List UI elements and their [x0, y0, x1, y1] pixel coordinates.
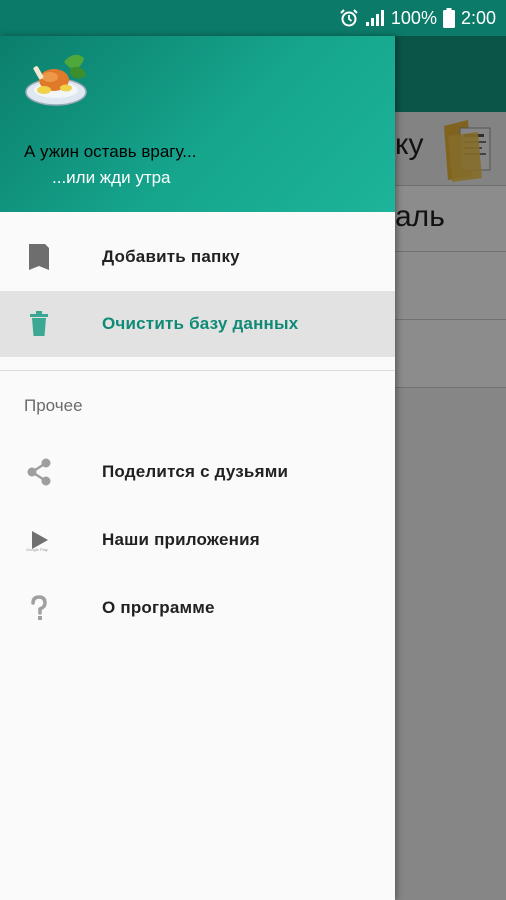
menu-item-label: Поделится с дузьями	[102, 462, 289, 481]
alarm-icon	[339, 8, 359, 28]
battery-icon	[442, 8, 455, 28]
folder-icon	[24, 242, 54, 272]
menu-item-label: Добавить папку	[102, 247, 240, 266]
drawer-divider	[0, 370, 395, 371]
signal-icon	[365, 9, 385, 27]
trash-icon	[24, 309, 54, 339]
food-plate-logo	[24, 50, 90, 110]
status-bar: 100% 2:00	[0, 0, 506, 36]
clock: 2:00	[460, 7, 496, 28]
navigation-drawer: А ужин оставь врагу... ...или жди утра Д…	[0, 36, 395, 900]
header-tagline: А ужин оставь врагу...	[24, 142, 197, 161]
menu-item-label: Очистить базу данных	[102, 314, 299, 333]
question-icon	[24, 593, 54, 623]
header-subtagline: ...или жди утра	[52, 168, 171, 187]
share-icon	[24, 457, 54, 487]
google-play-caption: Google Play	[26, 547, 48, 552]
menu-item-share[interactable]: Поделится с дузьями	[0, 439, 395, 505]
section-title-other: Прочее	[24, 396, 83, 415]
menu-item-clear-database[interactable]: Очистить базу данных	[0, 291, 395, 357]
menu-item-label: О программе	[102, 598, 215, 617]
menu-item-add-folder[interactable]: Добавить папку	[0, 224, 395, 290]
menu-item-our-apps[interactable]: Google Play Наши приложения	[0, 507, 395, 573]
google-play-icon: Google Play	[24, 525, 54, 555]
menu-item-label: Наши приложения	[102, 530, 260, 549]
drawer-header: А ужин оставь врагу... ...или жди утра	[0, 36, 395, 212]
menu-item-about[interactable]: О программе	[0, 575, 395, 641]
battery-percent: 100%	[390, 7, 437, 28]
